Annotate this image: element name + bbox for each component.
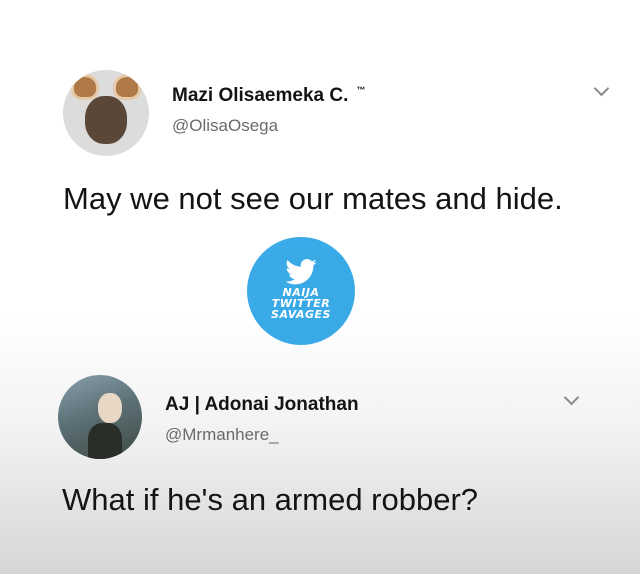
trademark-mark: ™ — [356, 85, 366, 95]
user-handle[interactable]: @Mrmanhere_ — [165, 425, 279, 445]
chevron-down-icon[interactable] — [593, 80, 610, 97]
tweet-text: May we not see our mates and hide. — [63, 181, 563, 216]
watermark-logo: NAIJA TWITTER SAVAGES — [247, 237, 355, 345]
twitter-bird-icon — [285, 259, 317, 285]
watermark-text: NAIJA TWITTER SAVAGES — [271, 286, 331, 321]
avatar[interactable] — [63, 70, 149, 156]
avatar[interactable] — [58, 375, 142, 459]
user-display-name[interactable]: Mazi Olisaemeka C. ™ — [172, 85, 365, 107]
chevron-down-icon[interactable] — [563, 389, 580, 406]
tweet-text: What if he's an armed robber? — [62, 482, 479, 517]
user-display-name[interactable]: AJ | Adonai Jonathan — [165, 394, 359, 416]
user-handle[interactable]: @OlisaOsega — [172, 116, 278, 136]
dog-ears-filter — [71, 74, 141, 100]
